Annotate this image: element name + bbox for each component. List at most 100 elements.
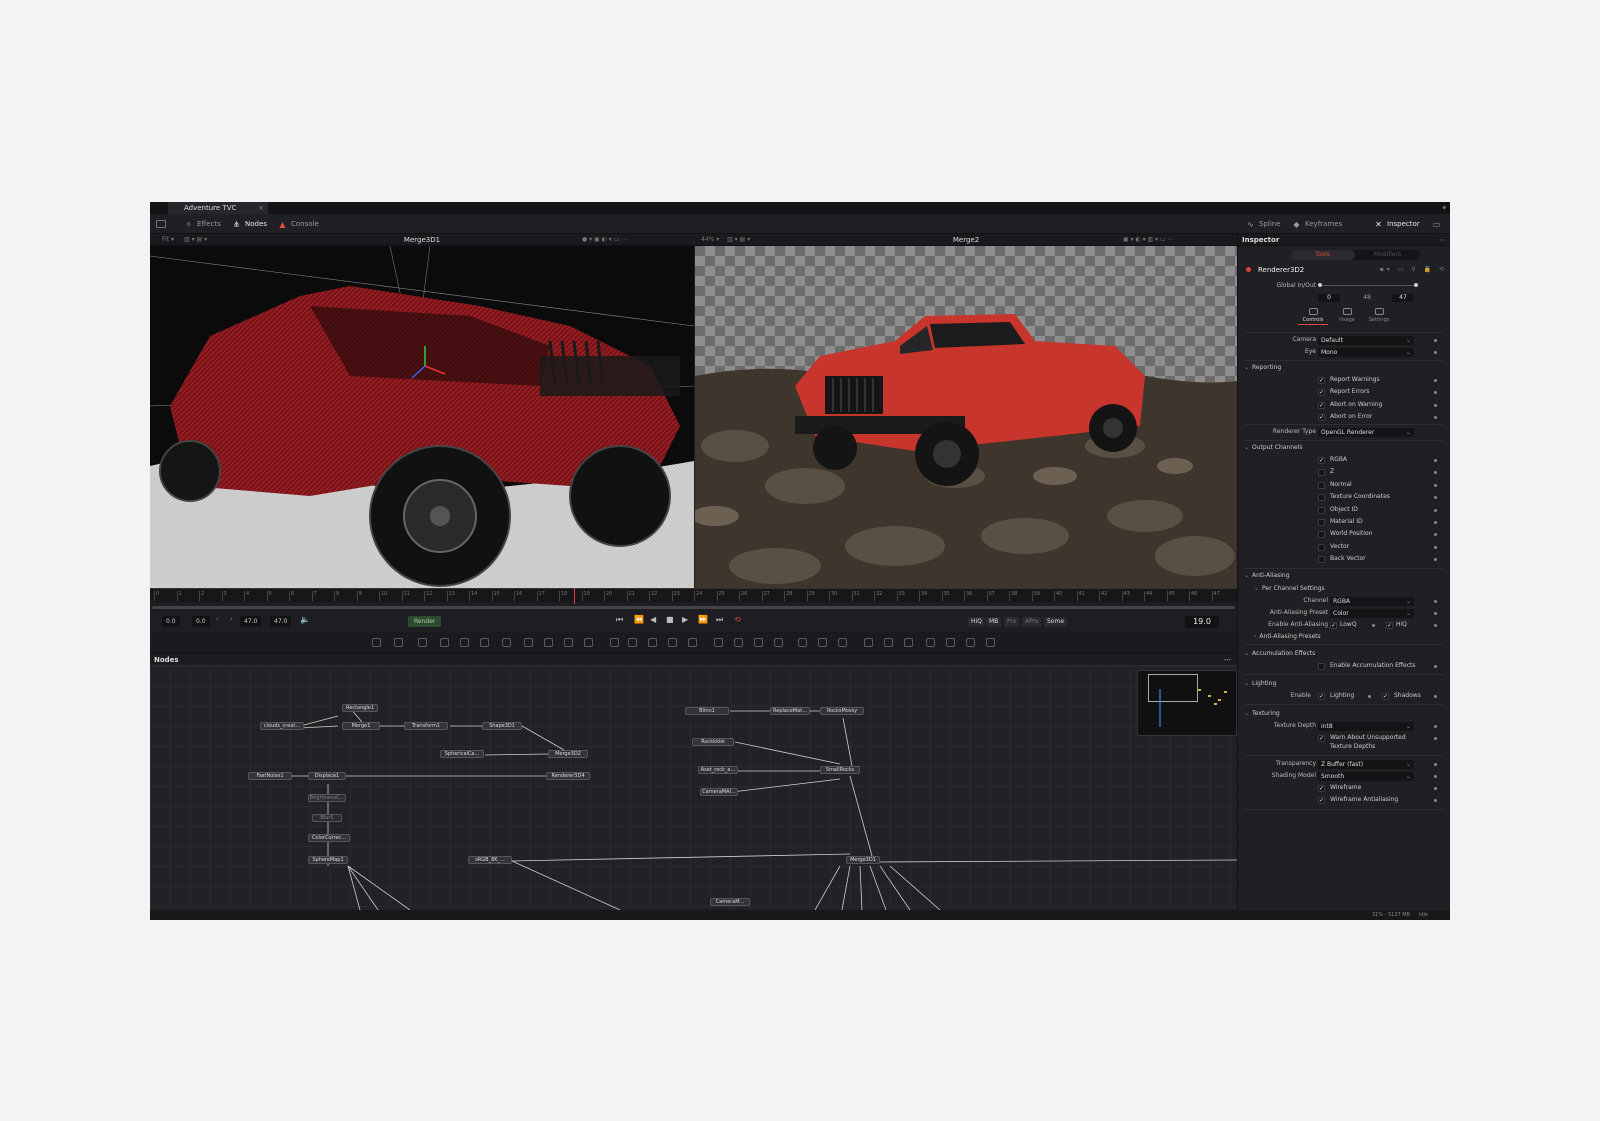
lighting-section[interactable]: ⌄ Lighting [1244,678,1276,690]
controls-tab[interactable]: Controls [1298,308,1328,325]
tool-icon[interactable] [440,638,449,647]
keyframe-dot[interactable] [1434,533,1437,537]
graph-node[interactable]: Merge1 [342,722,380,730]
render-end-field[interactable]: 47.0 [240,616,262,627]
tool-icon[interactable] [966,638,975,647]
keyframe-dot[interactable] [1434,545,1437,549]
wireframe-checkbox[interactable]: ✓ [1318,785,1325,792]
texture-depth-dropdown[interactable]: int8 ⌄ [1318,722,1414,731]
close-tab-icon[interactable]: × [258,202,264,214]
hiq-toggle[interactable]: HiQ [968,617,985,627]
graph-node[interactable]: Rockkkkk [692,738,734,746]
fast-forward-icon[interactable]: ⏩ [698,615,708,624]
graph-node[interactable]: Blur1 [312,814,342,822]
shadows-checkbox[interactable]: ✓ [1382,693,1389,700]
tool-icon[interactable] [884,638,893,647]
keyframe-dot[interactable] [1434,612,1437,615]
time-ruler[interactable]: 0 1 2 3 4 5 6 7 8 9 10 11 12 13 14 15 16 17 18 19 20 21 22 23 24… [150,588,1237,602]
keyframe-dot[interactable] [1434,775,1437,778]
graph-node[interactable]: Shape3D1 [482,722,522,730]
output-channel-checkbox[interactable] [1318,543,1325,551]
graph-node[interactable]: clouds_creat... [260,722,304,730]
motion-blur-toggle[interactable]: MB [986,617,1002,627]
document-tab[interactable]: Adventure TVC × [168,202,268,214]
tool-icon[interactable] [502,638,511,647]
node-minimap[interactable] [1137,670,1237,736]
keyframe-dot[interactable] [1434,521,1437,524]
wireframe-aa-checkbox[interactable]: ✓ [1318,797,1325,804]
console-button[interactable]: ▲ Console [278,214,318,234]
output-channel-checkbox[interactable] [1318,469,1325,477]
output-channel-checkbox[interactable] [1318,506,1325,514]
step-back-icon[interactable]: ‹ [216,615,219,623]
global-out-field[interactable]: 47 [1392,294,1414,302]
effects-button[interactable]: ✧ Effects [184,214,221,234]
play-icon[interactable]: ▶ [682,615,688,624]
graph-node[interactable]: ColorCorrec... [308,834,350,842]
graph-node[interactable]: Merge3D2 [548,750,588,758]
more-options-icon[interactable]: ⋯ [1439,234,1446,246]
tool-icon[interactable] [818,638,827,647]
output-channel-checkbox[interactable] [1318,519,1325,526]
accumulation-section[interactable]: ⌄ Accumulation Effects [1244,648,1315,660]
graph-node[interactable]: BrightnessC... [308,794,346,802]
output-channel-checkbox[interactable] [1318,481,1325,489]
graph-node[interactable]: ReplaceMat... [770,707,810,715]
chevron-down-icon[interactable]: ▾ [1442,202,1446,214]
keyframe-dot[interactable] [1434,459,1437,462]
global-end-field[interactable]: 47.0 [270,616,292,627]
global-in-field[interactable]: 0 [1318,294,1340,302]
tool-icon[interactable] [648,638,657,647]
reporting-item-checkbox[interactable]: ✓ [1318,377,1325,384]
graph-node[interactable]: Rectangle1 [342,704,378,712]
keyframe-dot[interactable] [1434,624,1437,627]
renderer-type-dropdown[interactable]: OpenGL Renderer ⌄ [1318,428,1414,437]
graph-node[interactable]: Blinn1 [685,707,729,715]
per-channel-section[interactable]: ⌄ Per Channel Settings [1254,583,1325,595]
node-graph[interactable]: Rectangle1 clouds_creat... Merge1 Transform… [150,666,1237,910]
graph-node[interactable]: SmallRocks [820,766,860,774]
aa-presets-section[interactable]: › Anti-Aliasing Presets [1254,631,1321,643]
keyframe-dot[interactable] [1434,483,1437,487]
render-button[interactable]: Render [408,616,442,627]
rewind-icon[interactable]: ⏪ [634,615,644,624]
tool-icon[interactable] [564,638,573,647]
keyframe-dot[interactable] [1434,416,1437,420]
graph-node[interactable]: Merge3D1 [846,856,880,864]
keyframe-dot[interactable] [1434,391,1437,395]
output-channel-checkbox[interactable]: ✓ [1318,457,1325,464]
camera-dropdown[interactable]: Default ⌄ [1318,336,1414,345]
nodes-button[interactable]: ⋔ Nodes [232,214,267,234]
reporting-item-checkbox[interactable]: ✓ [1318,389,1325,397]
keyframe-dot[interactable] [1434,787,1437,790]
tool-icon[interactable] [628,638,637,647]
stop-icon[interactable]: ■ [666,615,674,624]
graph-node[interactable]: RocksMossy [820,707,864,715]
spline-button[interactable]: ∿ Spline [1246,214,1280,234]
tool-header-icons[interactable]: ▪▾ ▭ ⚲ 🔒 ⟲ [1380,264,1447,276]
keyframe-dot[interactable] [1434,496,1437,500]
tool-icon[interactable] [524,638,533,647]
tool-icon[interactable] [798,638,807,647]
tool-icon[interactable] [584,638,593,647]
graph-node[interactable]: sRGB_8K_... [468,856,512,864]
keyframe-dot[interactable] [1434,737,1437,740]
play-reverse-icon[interactable]: ◀ [650,615,656,624]
keyframe-dot[interactable] [1434,508,1437,512]
render-start-field[interactable]: 0.0 [192,616,210,627]
left-viewer-3d-wireframe[interactable] [150,246,694,588]
global-out-handle[interactable] [1414,283,1418,287]
tool-icon[interactable] [544,638,553,647]
keyframe-dot[interactable] [1372,624,1375,627]
tool-icon[interactable] [418,638,427,647]
tool-icon[interactable] [946,638,955,647]
tool-icon[interactable] [610,638,619,647]
keyframe-dot[interactable] [1434,725,1437,728]
keyframe-dot[interactable] [1434,403,1437,407]
keyframe-dot[interactable] [1434,600,1437,603]
tool-icon[interactable] [460,638,469,647]
more-options-icon[interactable]: ⋯ [1224,654,1231,666]
tool-icon[interactable] [864,638,873,647]
keyframe-dot[interactable] [1434,351,1437,354]
global-start-field[interactable]: 0.0 [162,616,180,627]
